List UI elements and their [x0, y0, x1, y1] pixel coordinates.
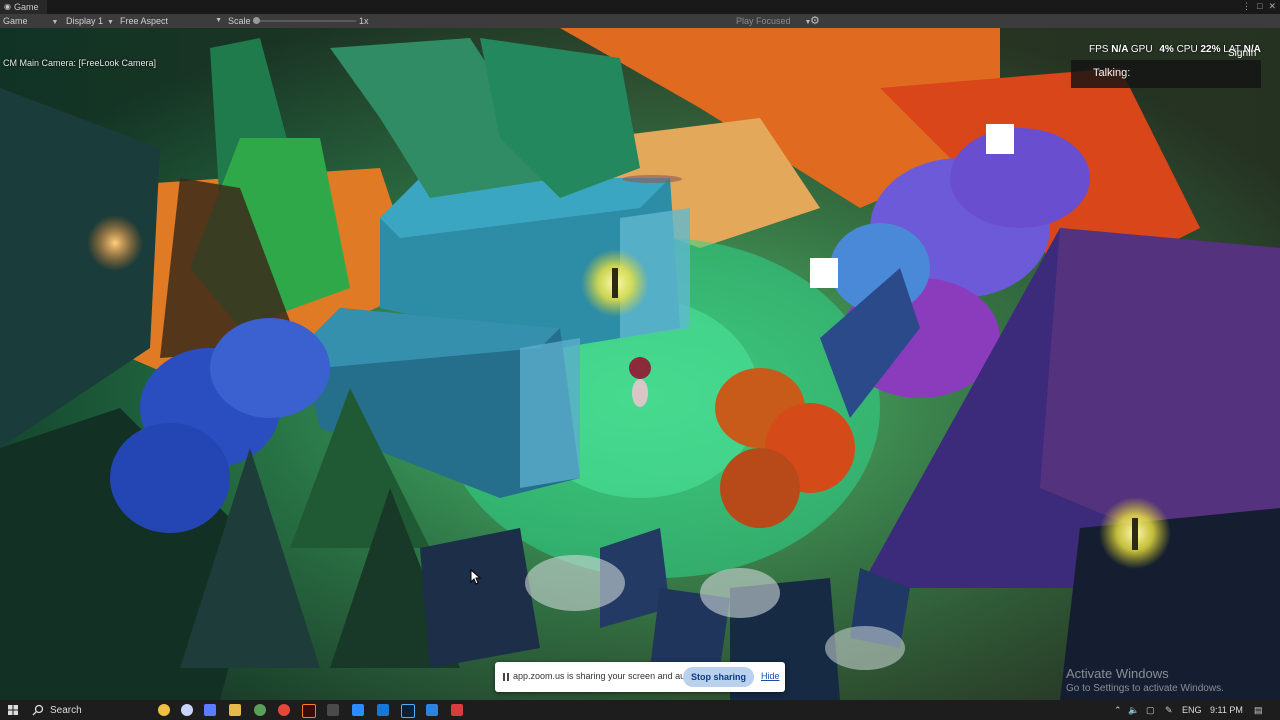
search-icon [32, 704, 44, 716]
zoom-share-bar: app.zoom.us is sharing your screen and a… [495, 662, 785, 692]
stop-sharing-button[interactable]: Stop sharing [683, 667, 754, 687]
display-label: Display 1 [66, 16, 104, 26]
photoshop-icon[interactable] [401, 704, 415, 718]
scale-value: 1x [359, 16, 369, 26]
display-dropdown[interactable]: Display 1 ▼ [66, 14, 114, 28]
zoom-icon[interactable] [352, 704, 364, 716]
game-view-toolbar: Game ▼ Display 1 ▼ Free Aspect ▼ Scale 1x P… [0, 14, 1280, 28]
clock[interactable]: 9:11 PM [1210, 705, 1243, 715]
outlook-icon[interactable] [377, 704, 389, 716]
scale-slider[interactable] [256, 20, 356, 22]
activate-windows-watermark: Activate Windows Go to Settings to activ… [1066, 666, 1224, 694]
view-mode-label: Game [3, 16, 28, 26]
copilot-icon[interactable] [181, 704, 193, 716]
gear-icon[interactable]: ⚙ [810, 14, 820, 28]
tab-controls: ⋮ □ ✕ [1242, 1, 1276, 12]
chevron-down-icon: ▼ [51, 19, 59, 26]
chevron-down-icon: ▼ [215, 17, 222, 24]
tab-game-label: Game [13, 2, 39, 12]
aspect-label: Free Aspect [120, 16, 169, 26]
view-mode-dropdown[interactable]: Game ▼ [3, 14, 58, 28]
fps-value: N/A [1111, 44, 1129, 55]
chevron-down-icon: ▼ [107, 19, 114, 26]
play-mode-dropdown[interactable]: Play Focused ▼ [736, 14, 811, 28]
cpu-label: CPU [1176, 44, 1198, 55]
taskbar: Search ⌃ 🔈 ▢ ✎ ENG 9:11 PM ▤ [0, 700, 1280, 720]
windows-start-icon[interactable] [8, 705, 18, 715]
watermark-subtitle: Go to Settings to activate Windows. [1066, 683, 1224, 694]
gpu-value: 4% [1159, 44, 1174, 55]
network-icon[interactable]: ▢ [1146, 705, 1155, 716]
talking-panel: Talking: [1071, 60, 1261, 88]
chrome-icon[interactable] [278, 704, 290, 716]
scale-slider-handle[interactable] [253, 17, 260, 24]
pen-icon[interactable]: ✎ [1165, 705, 1173, 716]
scale-label: Scale [228, 16, 251, 26]
share-status-text: app.zoom.us is sharing your screen and a… [513, 671, 700, 681]
maximize-icon[interactable]: □ [1257, 1, 1262, 12]
game-view[interactable]: CM Main Camera: [FreeLook Camera] FPS N/… [0, 28, 1280, 700]
notifications-icon[interactable]: ▤ [1254, 705, 1263, 716]
close-icon[interactable]: ✕ [1268, 1, 1276, 12]
play-mode-label: Play Focused [736, 16, 791, 26]
game-view-icon: ◉ [4, 2, 11, 11]
sign-in-link[interactable]: SignIn [1228, 48, 1256, 59]
hide-link[interactable]: Hide [761, 671, 780, 681]
talking-label: Talking: [1093, 67, 1131, 79]
cpu-value: 22% [1200, 44, 1221, 55]
unity-icon[interactable] [327, 704, 339, 716]
speaker-icon[interactable]: 🔈 [1128, 705, 1139, 716]
game-scene[interactable] [0, 28, 1280, 700]
input-language[interactable]: ENG [1182, 705, 1202, 715]
gpu-label: GPU [1130, 44, 1153, 55]
aspect-dropdown[interactable]: Free Aspect ▼ [120, 14, 222, 28]
camera-label: CM Main Camera: [FreeLook Camera] [3, 58, 157, 68]
search-label: Search [50, 705, 82, 716]
vscode-icon[interactable] [426, 704, 438, 716]
nodejs-icon[interactable] [254, 704, 266, 716]
tab-game[interactable]: ◉ Game [0, 0, 47, 14]
editor-tab-strip: ◉ Game ⋮ □ ✕ [0, 0, 1280, 14]
pause-icon[interactable] [503, 673, 509, 681]
app-icon[interactable] [204, 704, 216, 716]
taskbar-search[interactable]: Search [26, 702, 148, 718]
watermark-title: Activate Windows [1066, 666, 1169, 681]
weather-icon[interactable] [158, 704, 170, 716]
chevron-up-icon[interactable]: ⌃ [1114, 705, 1122, 716]
more-options-icon[interactable]: ⋮ [1242, 1, 1251, 12]
app-icon[interactable] [451, 704, 463, 716]
fps-label: FPS [1089, 44, 1109, 55]
file-explorer-icon[interactable] [229, 704, 241, 716]
illustrator-icon[interactable] [302, 704, 316, 718]
mouse-cursor-icon [470, 569, 482, 585]
